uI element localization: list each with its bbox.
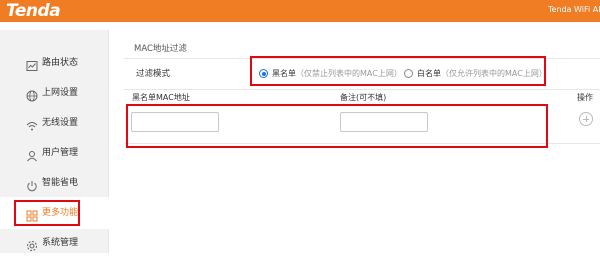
user-icon [26, 147, 38, 162]
filter-mode-label: 过滤模式 [136, 69, 171, 79]
highlight-box-filter-mode [250, 56, 546, 86]
sidebar-item-label: 系统管理 [42, 238, 79, 248]
sidebar-item-user-management[interactable]: 用户管理 [0, 137, 109, 169]
brand-logo: Tenda [6, 1, 61, 21]
sidebar-item-label: 路由状态 [42, 58, 79, 68]
sidebar-item-label: 用户管理 [42, 148, 79, 158]
top-bar: Tenda Tenda WiFi AP [0, 0, 600, 22]
column-header-mac: 黑名单MAC地址 [132, 93, 190, 102]
chart-icon [26, 57, 38, 71]
product-name: Tenda WiFi AP [548, 5, 600, 14]
highlight-box-table [126, 104, 548, 148]
column-header-note: 备注(可不填) [340, 93, 387, 102]
gear-icon [26, 237, 38, 251]
sidebar-item-router-status[interactable]: 路由状态 [0, 47, 109, 79]
power-icon [26, 177, 38, 192]
sidebar-item-internet-settings[interactable]: 上网设置 [0, 77, 109, 109]
sidebar-item-wireless-settings[interactable]: 无线设置 [0, 107, 109, 139]
globe-icon [26, 87, 38, 102]
section-title: MAC地址过滤 [134, 44, 187, 54]
sidebar-item-label: 上网设置 [42, 88, 79, 98]
column-header-action: 操作 [577, 93, 593, 102]
wifi-icon [26, 117, 38, 131]
sidebar-item-label: 无线设置 [42, 118, 79, 128]
sidebar-item-label: 智能省电 [42, 178, 79, 188]
add-icon[interactable] [579, 112, 593, 126]
sidebar-item-power-saving[interactable]: 智能省电 [0, 167, 109, 199]
sidebar-item-system-management[interactable]: 系统管理 [0, 227, 109, 259]
highlight-box-sidebar [14, 200, 80, 226]
